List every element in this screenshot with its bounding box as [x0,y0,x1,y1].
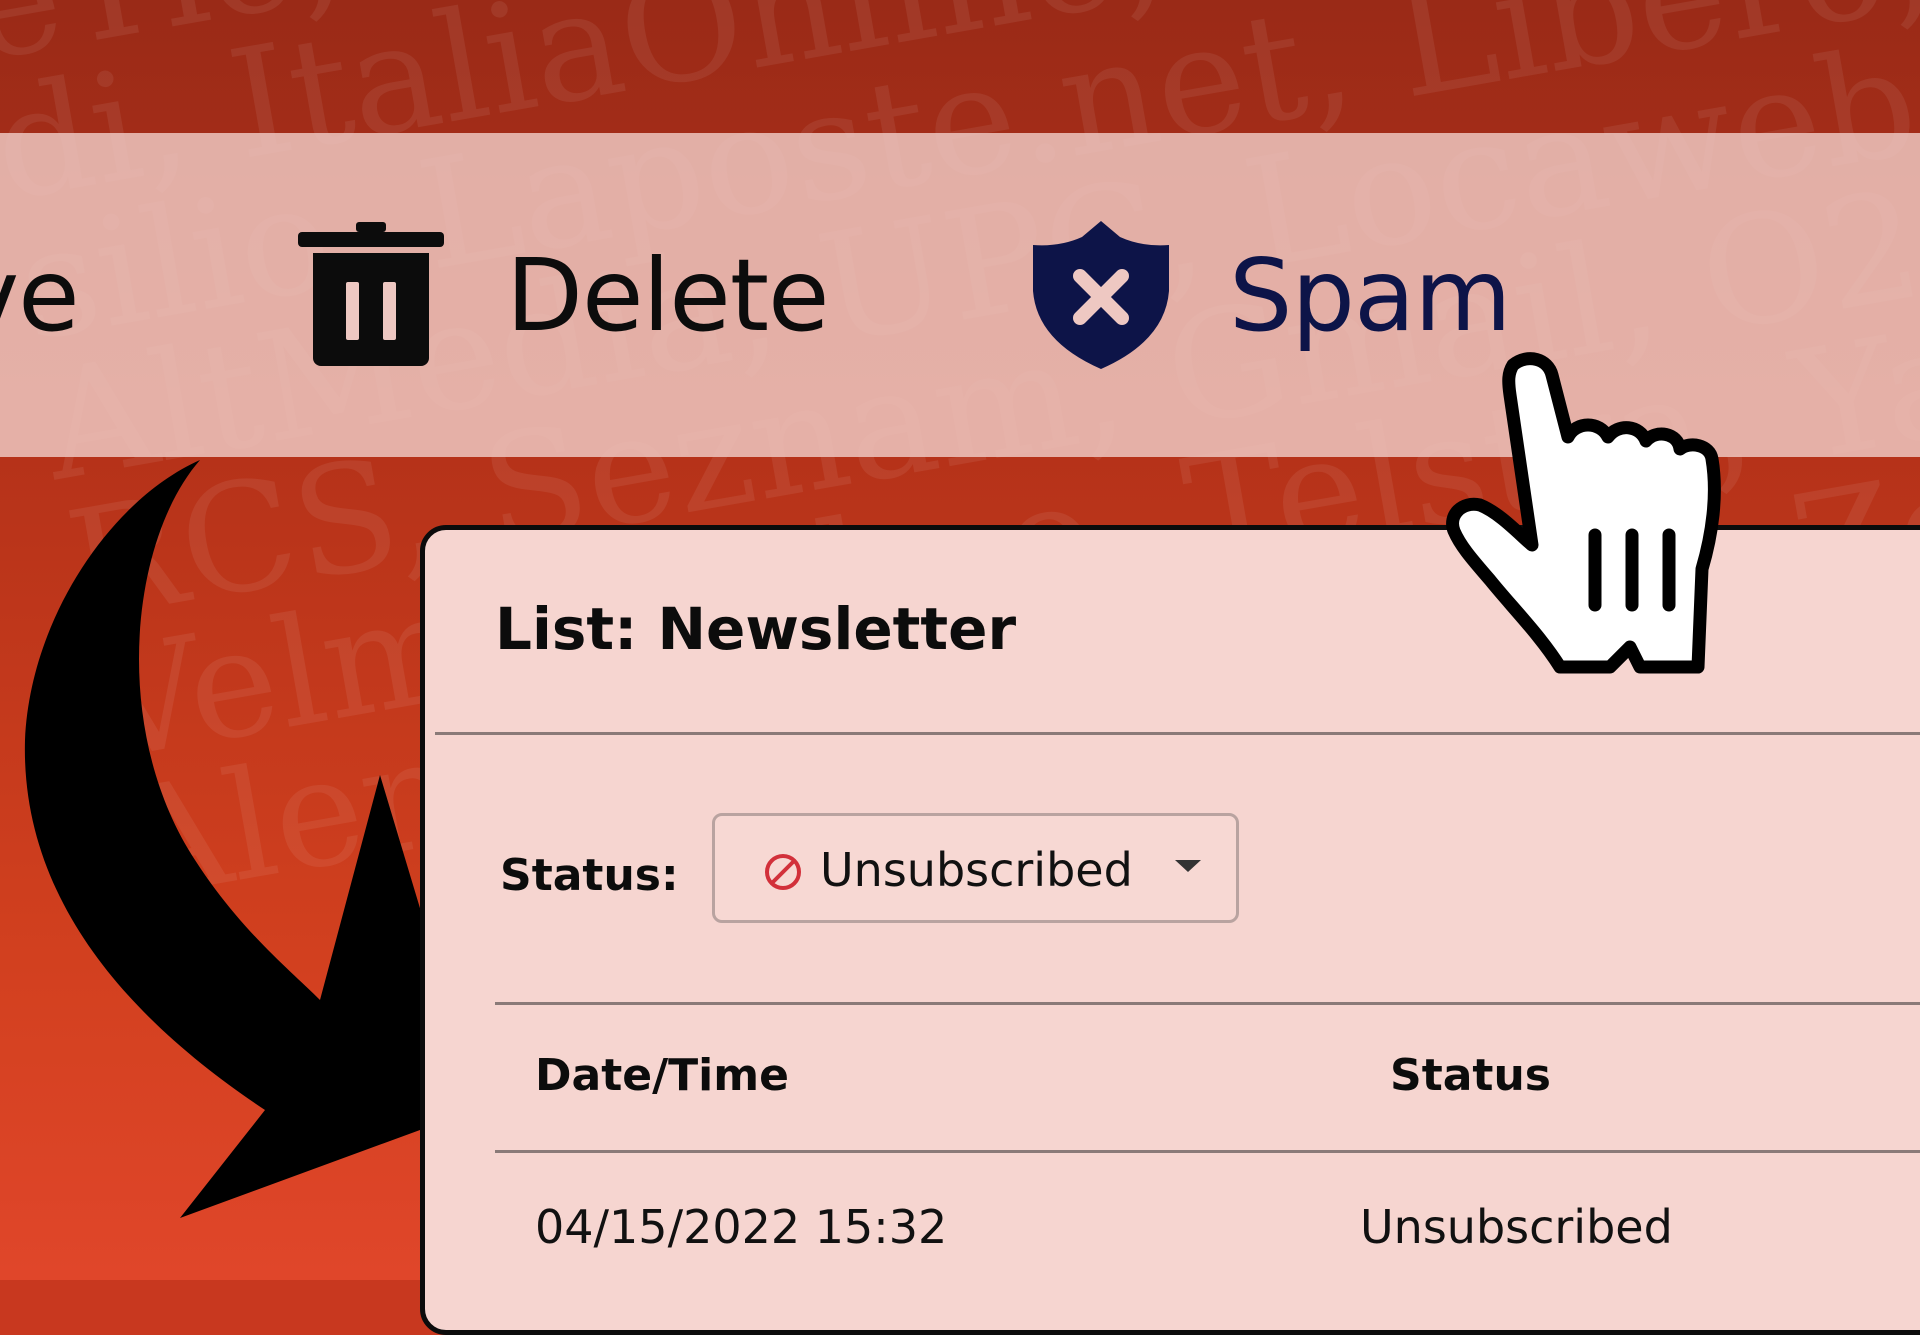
column-header-datetime: Date/Time [535,1050,789,1101]
page-title: List: Newsletter [495,595,1017,663]
spam-label: Spam [1229,236,1512,354]
spam-button[interactable]: Spam [1030,133,1512,457]
divider [435,732,1920,735]
table-cell-datetime: 04/15/2022 15:32 [535,1200,948,1254]
divider [495,1150,1920,1153]
delete-button[interactable]: Delete [296,133,830,457]
status-filter-label: Status: [500,850,679,901]
status-select[interactable]: Unsubscribed [712,813,1239,923]
shield-x-icon [1033,221,1169,369]
table-cell-status: Unsubscribed [1360,1200,1673,1254]
no-entry-icon [765,854,801,890]
trash-icon [298,222,444,366]
delete-label: Delete [506,236,830,354]
status-select-value: Unsubscribed [820,843,1133,897]
archive-button[interactable]: ve [0,133,80,457]
column-header-status: Status [1390,1050,1551,1101]
divider [495,1002,1920,1005]
chevron-down-icon [1175,860,1201,872]
archive-label: ve [0,236,80,354]
hand-cursor-icon [1446,352,1721,674]
